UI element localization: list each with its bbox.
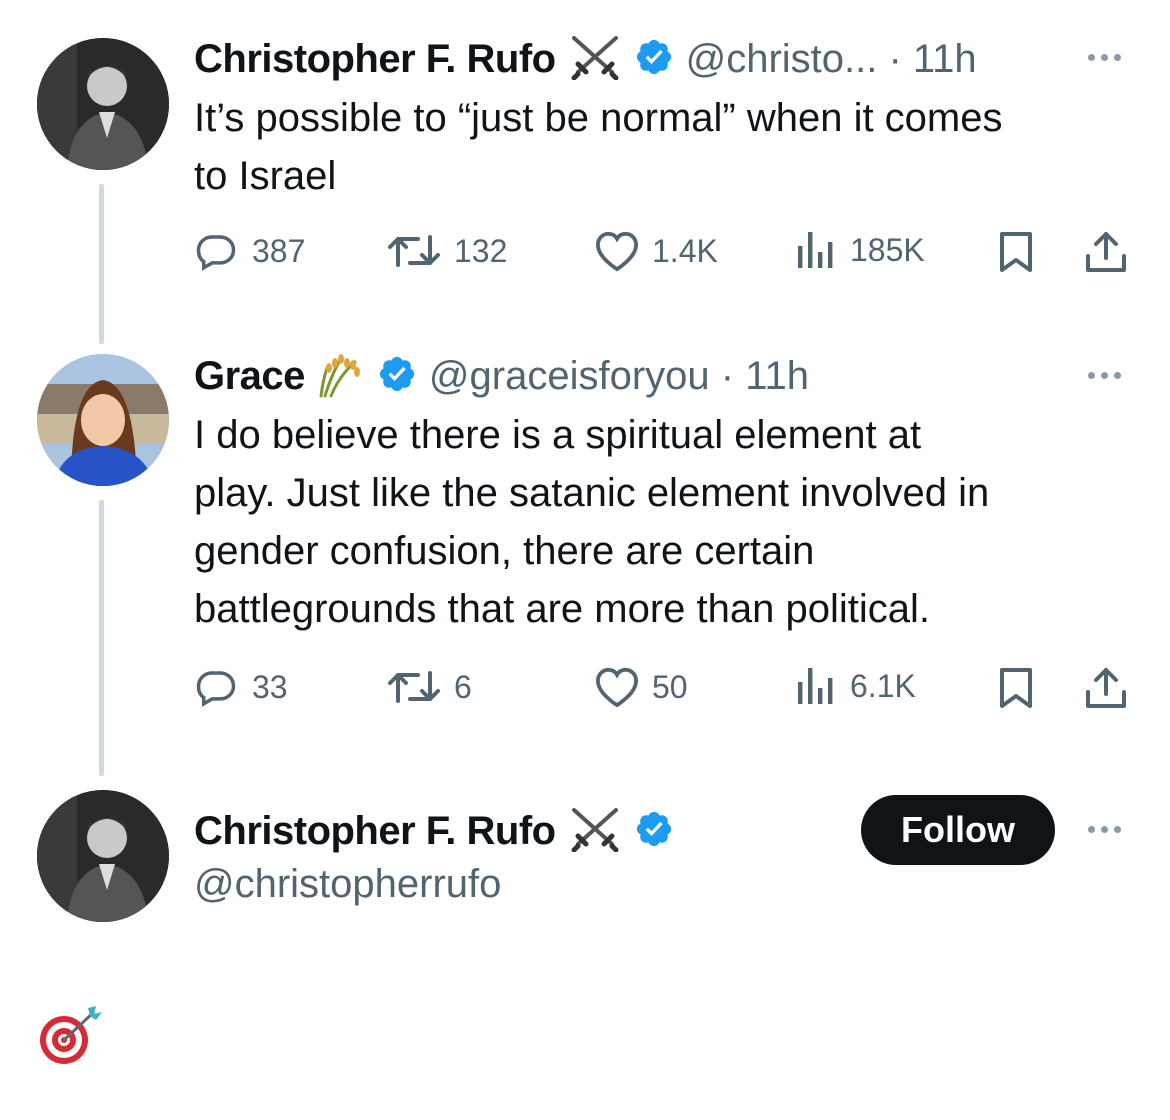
author-handle[interactable]: @christopherrufo — [194, 862, 501, 907]
share-icon — [1086, 668, 1126, 708]
heart-icon — [595, 667, 639, 708]
text-line: It’s possible to “just be normal” when i… — [194, 96, 1003, 140]
retweet-button[interactable]: 6 — [386, 666, 472, 708]
reply-button[interactable]: 387 — [194, 230, 305, 272]
author-handle-timestamp[interactable]: @graceisforyou · 11h — [429, 354, 809, 399]
follow-button[interactable]: Follow — [861, 795, 1055, 865]
verified-badge-icon[interactable] — [634, 809, 674, 854]
retweet-icon — [388, 671, 440, 703]
tweet1-header: Christopher F. Rufo @christo... · 11h — [194, 34, 977, 85]
retweet-icon — [388, 235, 440, 267]
verified-badge-icon[interactable] — [377, 354, 417, 399]
views-button[interactable]: 185K — [796, 230, 925, 270]
share-button[interactable] — [1084, 230, 1128, 279]
verified-badge-icon[interactable] — [634, 37, 674, 82]
reply-icon — [196, 671, 236, 707]
bookmark-button[interactable] — [998, 666, 1034, 715]
reply-icon — [196, 235, 236, 271]
author-name[interactable]: Christopher F. Rufo — [194, 809, 556, 854]
views-button[interactable]: 6.1K — [796, 666, 916, 706]
reply-count: 387 — [252, 232, 306, 269]
text-line: play. Just like the satanic element invo… — [194, 471, 990, 515]
view-count: 185K — [850, 231, 925, 268]
tweet3-header: Christopher F. Rufo — [194, 806, 674, 857]
share-icon — [1086, 232, 1126, 272]
like-button[interactable]: 50 — [594, 666, 688, 708]
sheaf-of-rice-icon — [317, 350, 365, 403]
share-button[interactable] — [1084, 666, 1128, 715]
more-options-icon[interactable] — [1088, 372, 1121, 379]
tweet2-text: I do believe there is a spiritual elemen… — [194, 406, 1154, 638]
crossed-swords-icon — [568, 806, 622, 857]
more-options-icon[interactable] — [1088, 826, 1121, 833]
avatar-christopher-rufo[interactable] — [37, 790, 169, 922]
avatar-christopher-rufo[interactable] — [37, 38, 169, 170]
direct-hit-target-icon — [36, 1004, 104, 1073]
reply-button[interactable]: 33 — [194, 666, 288, 708]
text-line: to Israel — [194, 154, 337, 198]
thread-line-2 — [99, 500, 104, 776]
bookmark-icon — [1000, 232, 1032, 272]
like-button[interactable]: 1.4K — [594, 230, 718, 272]
thread-line-1 — [99, 184, 104, 344]
author-name[interactable]: Christopher F. Rufo — [194, 37, 556, 82]
analytics-bars-icon — [798, 232, 833, 268]
view-count: 6.1K — [850, 667, 916, 704]
tweet1-text: It’s possible to “just be normal” when i… — [194, 89, 1154, 205]
text-line: gender confusion, there are certain — [194, 529, 815, 573]
like-count: 50 — [652, 668, 688, 705]
text-line: I do believe there is a spiritual elemen… — [194, 413, 922, 457]
more-options-icon[interactable] — [1088, 54, 1121, 61]
bookmark-button[interactable] — [998, 230, 1034, 279]
like-count: 1.4K — [652, 232, 718, 269]
crossed-swords-icon — [568, 34, 622, 85]
analytics-bars-icon — [798, 668, 833, 704]
tweet2-header: Grace @graceisforyou · 11h — [194, 350, 809, 403]
reply-count: 33 — [252, 668, 288, 705]
heart-icon — [595, 231, 639, 272]
text-line: battlegrounds that are more than politic… — [194, 587, 930, 631]
bookmark-icon — [1000, 668, 1032, 708]
author-handle-timestamp[interactable]: @christo... · 11h — [686, 37, 977, 82]
author-name[interactable]: Grace — [194, 354, 305, 399]
retweet-button[interactable]: 132 — [386, 230, 507, 272]
avatar-grace[interactable] — [37, 354, 169, 486]
retweet-count: 6 — [454, 668, 472, 705]
retweet-count: 132 — [454, 232, 508, 269]
